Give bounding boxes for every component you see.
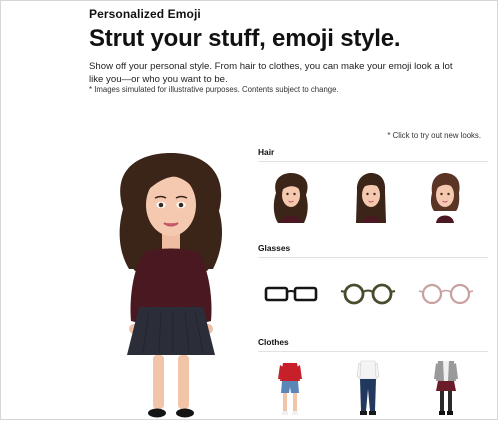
disclaimer-text: * Images simulated for illustrative purp… — [89, 85, 339, 94]
grey-cardigan-maroon-skirt-outfit-option[interactable] — [434, 359, 458, 417]
hair-divider — [258, 161, 488, 162]
clothes-divider — [258, 351, 488, 352]
intro-text: Show off your personal style. From hair … — [89, 61, 453, 85]
try-looks-note: * Click to try out new looks. — [387, 131, 481, 140]
page-headline: Strut your stuff, emoji style. — [89, 25, 401, 52]
long-straight-hair-option[interactable] — [350, 173, 392, 231]
white-shirt-jeans-outfit-option[interactable] — [356, 359, 380, 417]
eyebrow-title: Personalized Emoji — [89, 7, 201, 21]
black-rectangle-glasses-option[interactable] — [264, 285, 318, 303]
hair-section-label: Hair — [258, 147, 275, 157]
emoji-feature-page: Personalized Emoji Strut your stuff, emo… — [0, 0, 498, 420]
glasses-section-label: Glasses — [258, 243, 291, 253]
main-avatar-figure — [101, 149, 241, 421]
red-top-jean-shorts-outfit-option[interactable] — [278, 359, 302, 417]
glasses-divider — [258, 257, 488, 258]
pink-round-glasses-option[interactable] — [418, 283, 474, 305]
olive-round-glasses-option[interactable] — [340, 283, 396, 305]
long-wavy-hair-option[interactable] — [270, 173, 312, 231]
clothes-section-label: Clothes — [258, 337, 289, 347]
avatar-top — [137, 248, 205, 309]
bob-hair-option[interactable] — [424, 173, 466, 231]
